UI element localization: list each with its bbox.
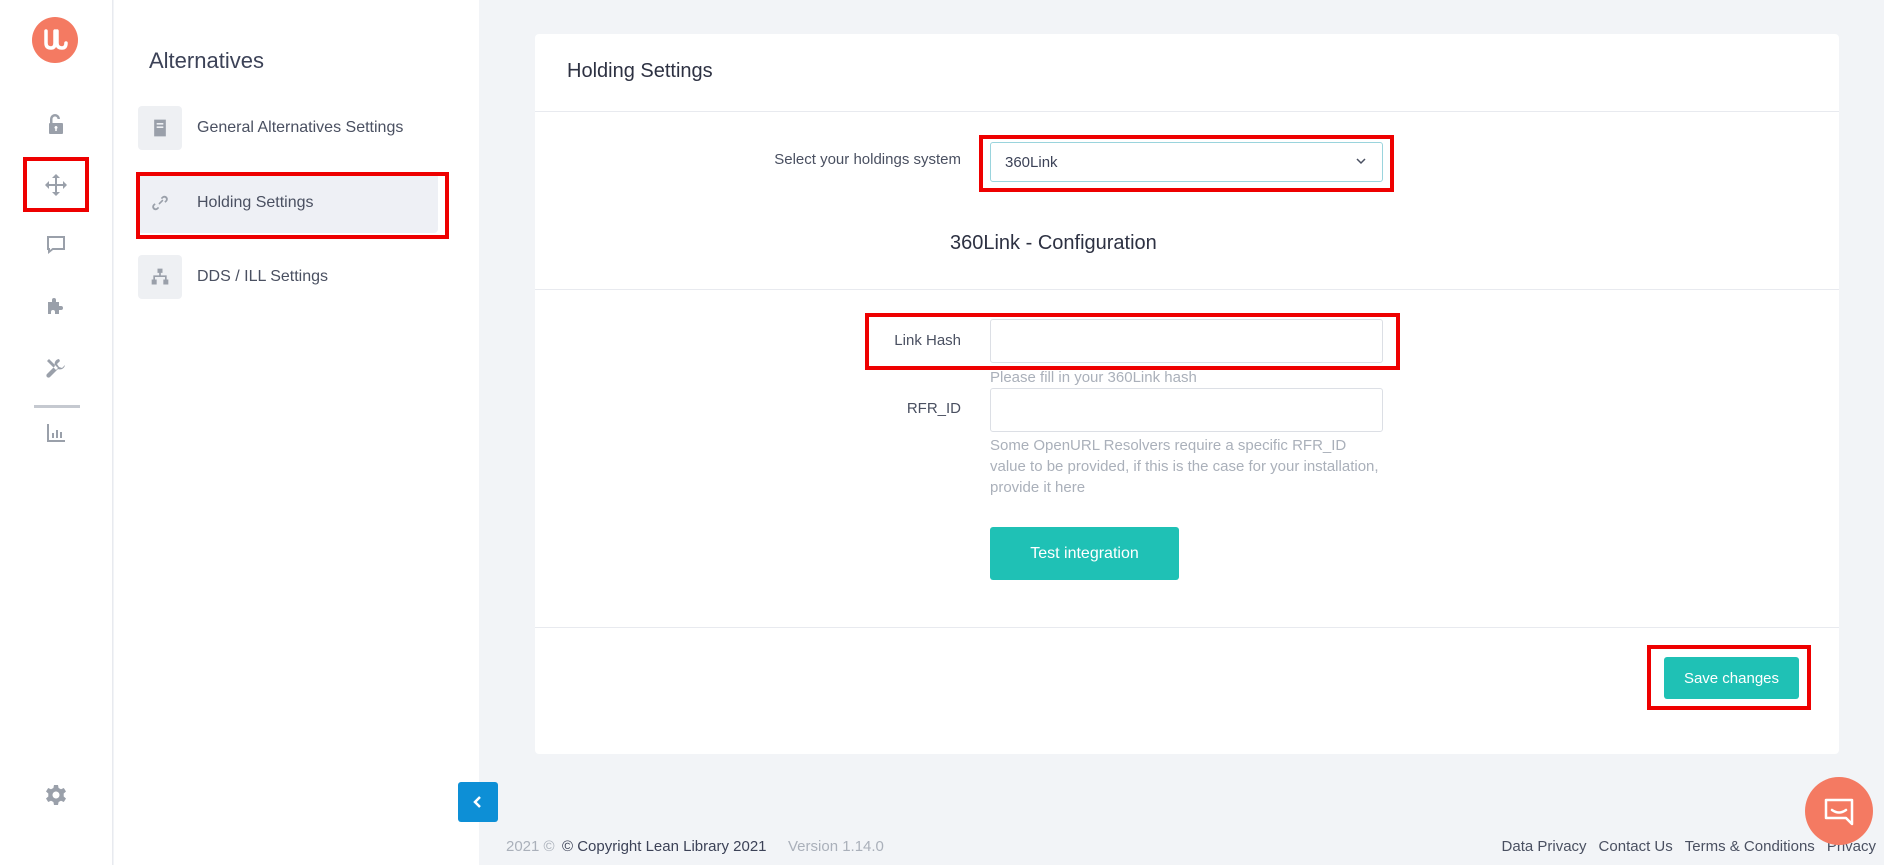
footer-year: 2021 © <box>506 838 555 855</box>
save-changes-button[interactable]: Save changes <box>1664 657 1799 699</box>
footer-copyright: © Copyright Lean Library 2021 <box>562 838 767 855</box>
puzzle-icon[interactable] <box>36 286 76 326</box>
sitemap-icon <box>138 255 182 299</box>
bar-chart-icon[interactable] <box>36 413 76 453</box>
link-hash-label: Link Hash <box>894 332 961 349</box>
collapse-sidebar-button[interactable] <box>458 782 498 822</box>
sidebar-item-dds-ill[interactable]: DDS / ILL Settings <box>138 247 438 307</box>
rfr-id-label: RFR_ID <box>906 400 961 417</box>
tools-icon[interactable] <box>36 348 76 388</box>
holding-settings-card: Holding Settings Select your holdings sy… <box>535 34 1839 754</box>
footer-link-contact-us[interactable]: Contact Us <box>1599 838 1673 855</box>
rail-divider <box>34 405 80 408</box>
footer-links: Data Privacy Contact Us Terms & Conditio… <box>1502 838 1876 855</box>
sidebar-title: Alternatives <box>149 48 264 73</box>
footer-link-data-privacy[interactable]: Data Privacy <box>1502 838 1587 855</box>
configuration-title: 360Link - Configuration <box>950 232 1157 254</box>
chat-launcher-button[interactable] <box>1805 777 1873 845</box>
move-arrows-icon[interactable] <box>36 165 76 205</box>
logo-mark-icon <box>44 29 68 50</box>
sidebar-item-holding-settings[interactable]: Holding Settings <box>138 173 438 233</box>
holdings-system-label: Select your holdings system <box>774 151 961 168</box>
card-title: Holding Settings <box>567 60 713 82</box>
alternatives-sidebar: Alternatives General Alternatives Settin… <box>114 0 479 865</box>
chat-icon <box>1824 798 1854 826</box>
book-icon <box>138 106 182 150</box>
holdings-system-select[interactable]: 360Link <box>990 142 1383 182</box>
sidebar-item-label: DDS / ILL Settings <box>197 268 329 285</box>
test-integration-button[interactable]: Test integration <box>990 527 1179 580</box>
link-hash-hint: Please fill in your 360Link hash <box>990 369 1197 386</box>
chevron-down-icon <box>1356 158 1366 165</box>
rfr-id-input[interactable] <box>990 388 1383 432</box>
unlock-icon[interactable] <box>36 104 76 144</box>
comment-icon[interactable] <box>36 225 76 265</box>
footer-version: Version 1.14.0 <box>788 838 884 855</box>
footer-divider <box>535 627 1839 628</box>
sidebar-item-general-alternatives[interactable]: General Alternatives Settings <box>138 98 438 158</box>
sidebar-item-label: Holding Settings <box>197 194 314 211</box>
footer-link-terms[interactable]: Terms & Conditions <box>1685 838 1815 855</box>
link-icon <box>138 181 182 225</box>
icon-rail <box>0 0 113 865</box>
config-divider <box>535 289 1839 290</box>
settings-gear-icon[interactable] <box>36 775 76 815</box>
link-hash-input[interactable] <box>990 319 1383 363</box>
sidebar-item-label: General Alternatives Settings <box>197 119 404 136</box>
header-divider <box>535 111 1839 112</box>
holdings-system-value: 360Link <box>1005 153 1058 171</box>
lean-library-logo[interactable] <box>32 17 78 63</box>
chevron-left-icon <box>473 796 481 808</box>
rfr-id-hint: Some OpenURL Resolvers require a specifi… <box>990 437 1379 496</box>
